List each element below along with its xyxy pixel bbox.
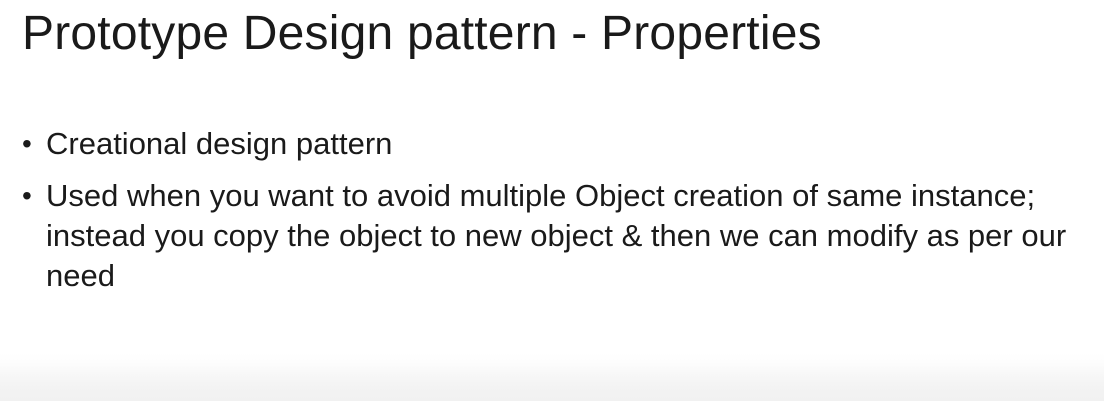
bullet-marker: • — [22, 180, 32, 211]
slide-title: Prototype Design pattern - Properties — [22, 7, 822, 60]
bullet-item-usage: • Used when you want to avoid multiple O… — [22, 176, 1092, 296]
bullet-list: • Creational design pattern • Used when … — [22, 124, 1092, 308]
bullet-marker: • — [22, 128, 32, 159]
bottom-shadow — [0, 363, 1104, 401]
bullet-item-creational: • Creational design pattern — [22, 124, 1092, 164]
bullet-text: Used when you want to avoid multiple Obj… — [46, 178, 1067, 293]
bullet-text: Creational design pattern — [46, 126, 393, 161]
presentation-slide: Prototype Design pattern - Properties • … — [0, 0, 1104, 401]
